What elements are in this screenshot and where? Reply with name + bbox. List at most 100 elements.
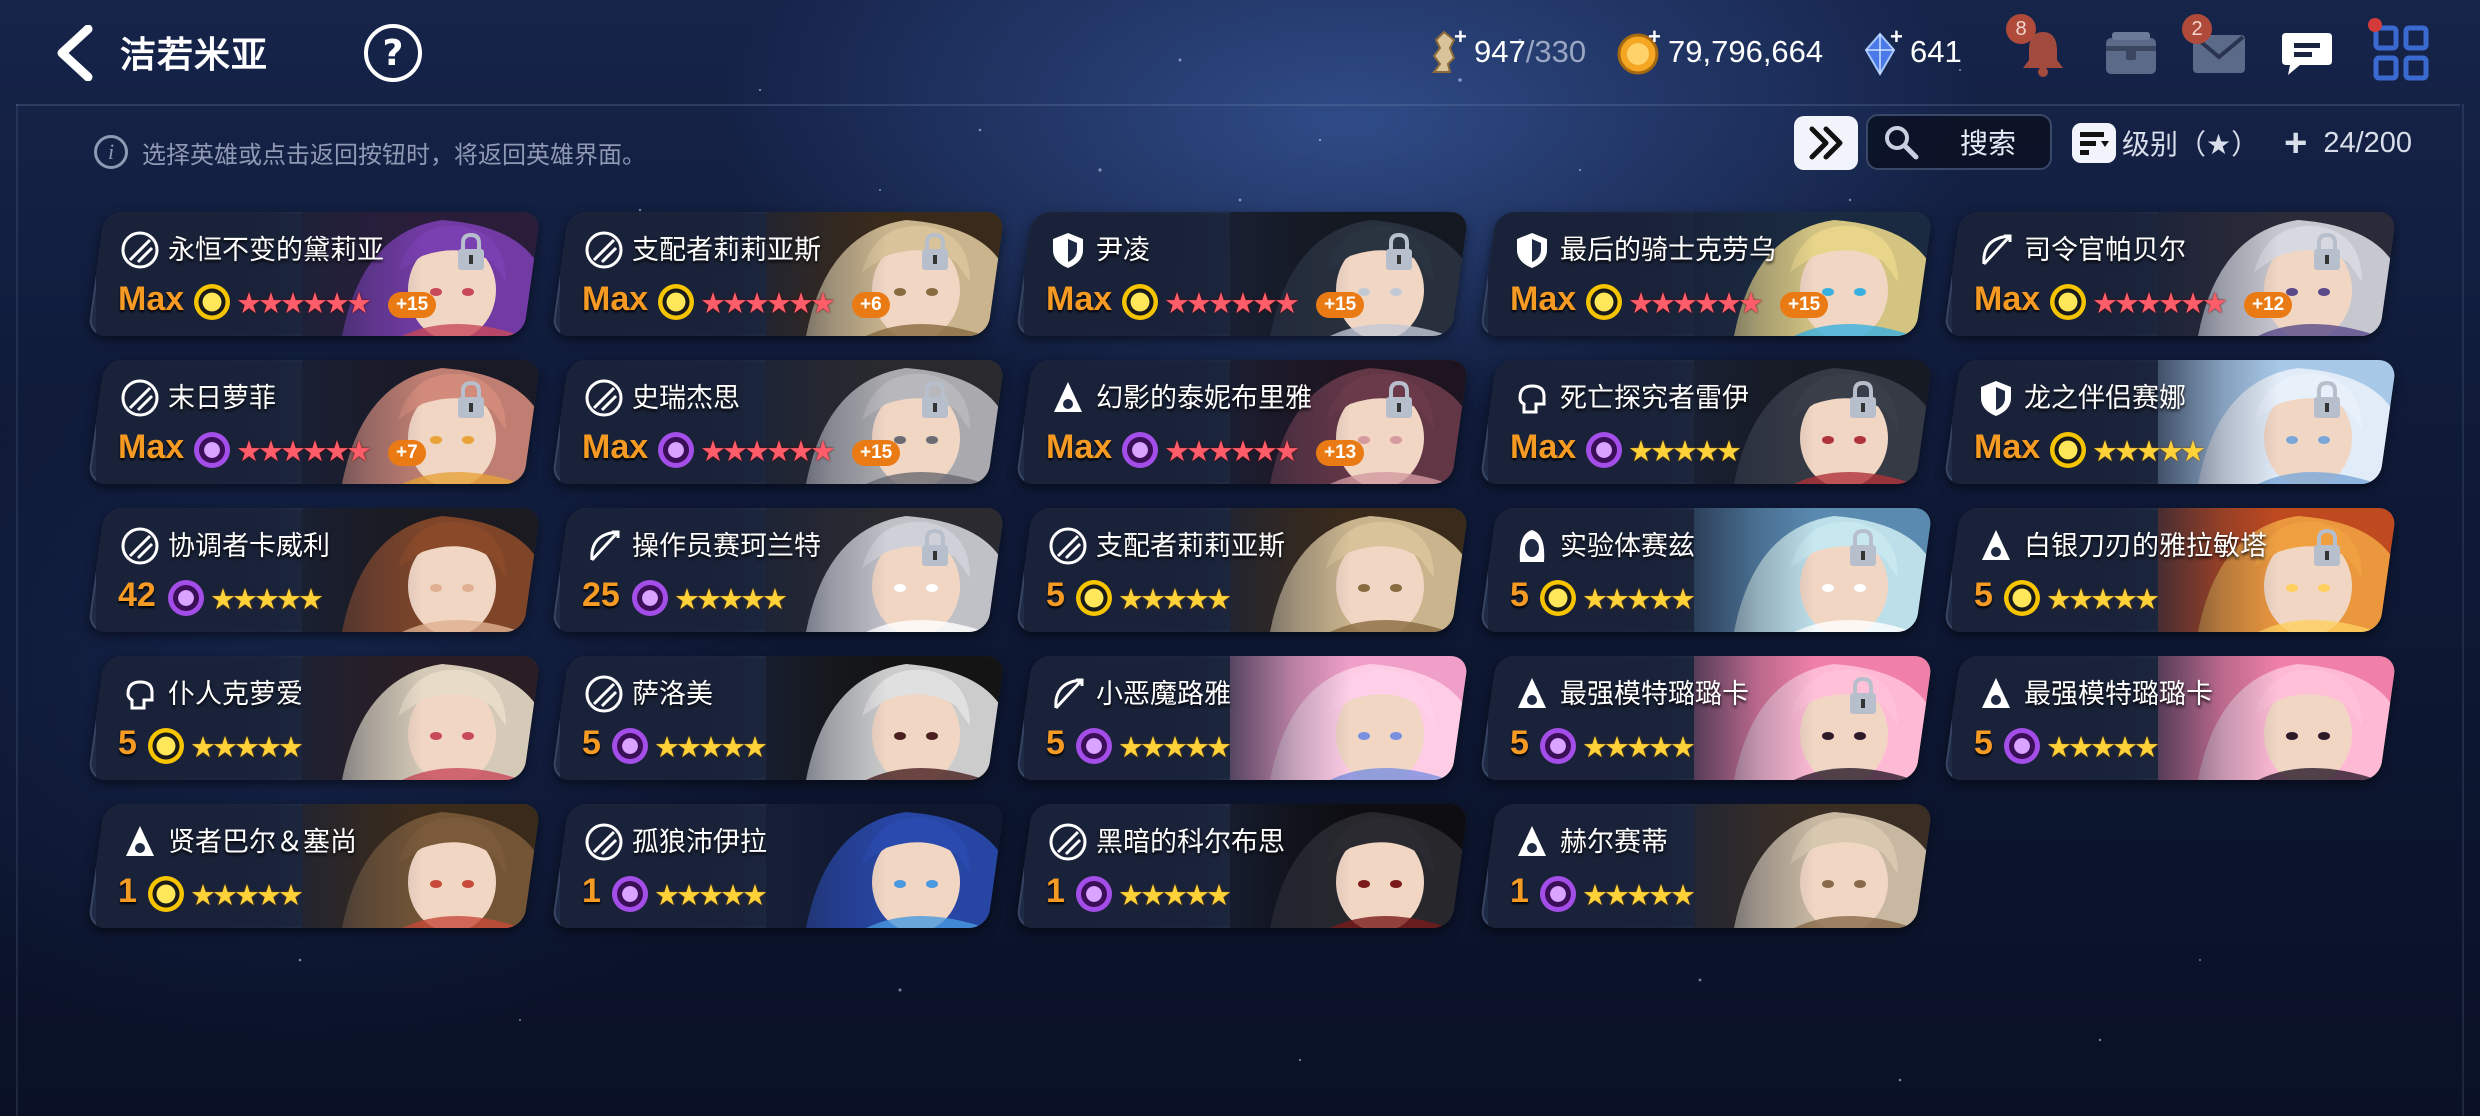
moon-element-icon — [1540, 876, 1576, 912]
hero-card[interactable]: 孤狼沛伊拉 1 ★★★★★ — [551, 804, 1005, 928]
moon-element-icon — [1540, 728, 1576, 764]
moon-element-icon — [2004, 728, 2040, 764]
lock-icon[interactable] — [454, 232, 488, 272]
lock-icon[interactable] — [2310, 232, 2344, 272]
sun-element-icon — [2004, 580, 2040, 616]
hero-name: 司令官帕贝尔 — [2024, 235, 2186, 266]
sun-element-icon — [2050, 284, 2086, 320]
back-button[interactable] — [40, 18, 110, 88]
hero-card-content: 末日萝菲 Max ★★★★★★ +7 — [96, 360, 541, 484]
sort-button[interactable]: 级别（★） — [2072, 120, 2259, 166]
hero-card[interactable]: 小恶魔路雅 5 ★★★★★ — [1015, 656, 1469, 780]
add-crystal-icon[interactable]: + — [1890, 24, 1903, 50]
hero-name: 支配者莉莉亚斯 — [632, 235, 821, 266]
hero-card[interactable]: 最强模特璐璐卡 5 ★★★★★ — [1943, 656, 2397, 780]
sort-label: 级别（★） — [2122, 128, 2260, 161]
moon-element-icon — [1586, 432, 1622, 468]
lock-icon[interactable] — [1846, 676, 1880, 716]
hero-card[interactable]: 支配者莉莉亚斯 Max ★★★★★★ +6 — [551, 212, 1005, 336]
hero-capacity[interactable]: + 24/200 — [2284, 120, 2412, 166]
search-input[interactable]: 搜索 — [1866, 114, 2052, 170]
hero-card[interactable]: 实验体赛兹 5 ★★★★★ — [1479, 508, 1933, 632]
hero-card[interactable]: 史瑞杰思 Max ★★★★★★ +15 — [551, 360, 1005, 484]
hero-card[interactable]: 操作员赛珂兰特 25 ★★★★★ — [551, 508, 1005, 632]
sword-class-icon — [120, 526, 160, 566]
hero-level: 42 — [118, 576, 156, 614]
hero-level: 1 — [1510, 872, 1529, 910]
hero-card[interactable]: 最后的骑士克劳乌 Max ★★★★★★ +15 — [1479, 212, 1933, 336]
add-gold-icon[interactable]: + — [1648, 24, 1661, 50]
lock-icon[interactable] — [1382, 380, 1416, 420]
star-rating: ★★★★★ — [1118, 878, 1228, 912]
stamina-counter[interactable]: + 947/330 — [1420, 22, 1586, 82]
hero-card[interactable]: 尹凌 Max ★★★★★★ +15 — [1015, 212, 1469, 336]
hero-card-content: 小恶魔路雅 5 ★★★★★ — [1024, 656, 1469, 780]
lock-icon[interactable] — [918, 528, 952, 568]
hero-card[interactable]: 黑暗的科尔布思 1 ★★★★★ — [1015, 804, 1469, 928]
hero-card[interactable]: 白银刀刃的雅拉敏塔 5 ★★★★★ — [1943, 508, 2397, 632]
hero-card[interactable]: 萨洛美 5 ★★★★★ — [551, 656, 1005, 780]
stamina-max: /330 — [1525, 34, 1587, 69]
star-rating: ★★★★★ — [190, 730, 300, 764]
skip-button[interactable] — [1794, 116, 1858, 170]
star-rating: ★★★★★ — [674, 582, 784, 616]
hero-level: 5 — [1046, 724, 1065, 762]
hero-level: 5 — [118, 724, 137, 762]
hero-level: 5 — [1510, 724, 1529, 762]
star-rating: ★★★★★ — [2092, 434, 2202, 468]
mail-button[interactable]: 2 — [2182, 14, 2252, 86]
lock-icon[interactable] — [918, 232, 952, 272]
hero-level: 5 — [1046, 576, 1065, 614]
hero-card[interactable]: 末日萝菲 Max ★★★★★★ +7 — [87, 360, 541, 484]
lock-icon[interactable] — [2310, 528, 2344, 568]
lock-icon[interactable] — [1382, 232, 1416, 272]
frame-top-line — [16, 104, 2460, 106]
hero-name: 仆人克萝爱 — [168, 679, 303, 710]
hero-name: 白银刀刃的雅拉敏塔 — [2024, 531, 2267, 562]
hero-level: Max — [118, 428, 185, 466]
notification-button[interactable]: 8 — [2006, 14, 2076, 86]
hero-name: 末日萝菲 — [168, 383, 276, 414]
star-rating: ★★★★★ — [1118, 582, 1228, 616]
hero-card[interactable]: 死亡探究者雷伊 Max ★★★★★ — [1479, 360, 1933, 484]
add-stamina-icon[interactable]: + — [1454, 24, 1467, 50]
fist-class-icon — [1512, 378, 1552, 418]
stamina-value: 947 — [1474, 34, 1526, 69]
hero-card[interactable]: 支配者莉莉亚斯 5 ★★★★★ — [1015, 508, 1469, 632]
hero-card[interactable]: 仆人克萝爱 5 ★★★★★ — [87, 656, 541, 780]
lock-icon[interactable] — [454, 380, 488, 420]
hero-name: 实验体赛兹 — [1560, 531, 1695, 562]
chat-button[interactable] — [2274, 20, 2340, 86]
gold-counter[interactable]: + 79,796,664 — [1614, 22, 1823, 82]
hero-card[interactable]: 永恒不变的黛莉亚 Max ★★★★★★ +15 — [87, 212, 541, 336]
lock-icon[interactable] — [2310, 380, 2344, 420]
hero-card[interactable]: 贤者巴尔＆塞尚 1 ★★★★★ — [87, 804, 541, 928]
gold-coin-icon: + — [1614, 24, 1662, 76]
hero-card[interactable]: 最强模特璐璐卡 5 ★★★★★ — [1479, 656, 1933, 780]
inventory-button[interactable] — [2098, 20, 2164, 86]
hero-card[interactable]: 协调者卡威利 42 ★★★★★ — [87, 508, 541, 632]
star-rating: ★★★★★ — [654, 878, 764, 912]
moon-element-icon — [658, 432, 694, 468]
star-rating: ★★★★★★ — [1628, 286, 1760, 320]
moon-element-icon — [632, 580, 668, 616]
crystal-counter[interactable]: + 641 — [1856, 22, 1962, 82]
star-rating: ★★★★★★ — [700, 286, 832, 320]
hero-card[interactable]: 龙之伴侣赛娜 Max ★★★★★ — [1943, 360, 2397, 484]
sun-element-icon — [148, 876, 184, 912]
menu-button[interactable] — [2368, 18, 2434, 86]
sword-class-icon — [120, 378, 160, 418]
hero-level: 5 — [1974, 576, 1993, 614]
star-rating: ★★★★★ — [2046, 582, 2156, 616]
help-button[interactable]: ? — [364, 24, 422, 82]
bow-class-icon — [584, 526, 624, 566]
hero-name: 最强模特璐璐卡 — [1560, 679, 1749, 710]
hero-card[interactable]: 司令官帕贝尔 Max ★★★★★★ +12 — [1943, 212, 2397, 336]
lock-icon[interactable] — [918, 380, 952, 420]
lock-icon[interactable] — [1846, 528, 1880, 568]
sort-filter-icon — [2072, 123, 2116, 163]
hero-card[interactable]: 幻影的泰妮布里雅 Max ★★★★★★ +13 — [1015, 360, 1469, 484]
hero-card[interactable]: 赫尔赛蒂 1 ★★★★★ — [1479, 804, 1933, 928]
lock-icon[interactable] — [1846, 380, 1880, 420]
sword-class-icon — [584, 378, 624, 418]
